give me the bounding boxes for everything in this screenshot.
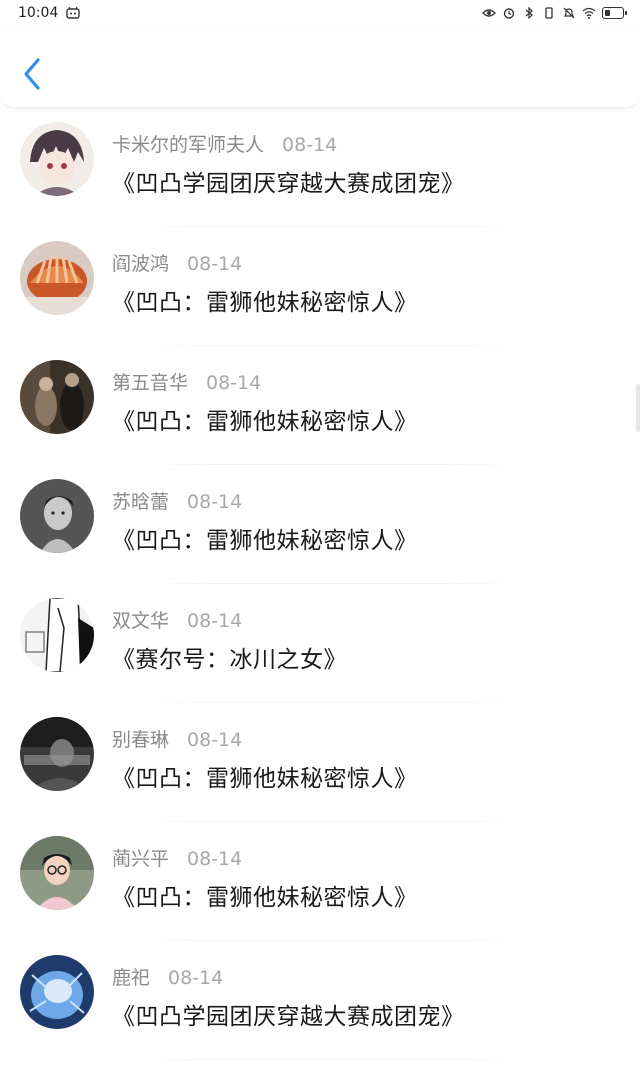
avatar[interactable] — [20, 122, 94, 196]
alarm-icon — [503, 8, 515, 19]
list-item[interactable]: 阎波鸿 08-14 《凹凸：雷狮他妹秘密惊人》 — [0, 227, 640, 346]
commenter-row: 苏晗蕾 08-14 — [112, 487, 242, 514]
mute-icon — [563, 7, 575, 19]
avatar[interactable] — [20, 598, 94, 672]
book-title[interactable]: 《凹凸学园团厌穿越大赛成团宠》 — [112, 164, 465, 198]
commenter-name: 阎波鸿 — [112, 253, 170, 275]
book-title[interactable]: 《赛尔号：冰川之女》 — [112, 640, 347, 674]
comment-date: 08-14 — [187, 848, 243, 870]
comment-date: 08-14 — [187, 610, 243, 632]
list-item[interactable]: 卡米尔的军师夫人 08-14 《凹凸学园团厌穿越大赛成团宠》 — [0, 108, 640, 227]
bluetooth-icon — [525, 7, 533, 19]
commenter-name: 苏晗蕾 — [112, 491, 170, 513]
vibrate-icon — [545, 7, 553, 19]
commenter-name: 第五音华 — [112, 372, 189, 394]
battery-icon — [602, 7, 627, 19]
status-time: 10:04 — [18, 5, 59, 21]
book-title[interactable]: 《凹凸：雷狮他妹秘密惊人》 — [112, 759, 418, 793]
avatar[interactable] — [20, 360, 94, 434]
commenter-name: 蔺兴平 — [112, 848, 170, 870]
book-title[interactable]: 《凹凸：雷狮他妹秘密惊人》 — [112, 402, 418, 436]
commenter-row: 第五音华 08-14 — [112, 368, 261, 395]
avatar[interactable] — [20, 479, 94, 553]
list-item[interactable]: 蔺兴平 08-14 《凹凸：雷狮他妹秘密惊人》 — [0, 822, 640, 941]
list-item[interactable]: 第五音华 08-14 《凹凸：雷狮他妹秘密惊人》 — [0, 346, 640, 465]
avatar[interactable] — [20, 955, 94, 1029]
commenter-row: 鹿祀 08-14 — [112, 963, 223, 990]
comment-date: 08-14 — [187, 253, 243, 275]
list-item[interactable]: 双文华 08-14 《赛尔号：冰川之女》 — [0, 584, 640, 703]
book-title[interactable]: 《凹凸学园团厌穿越大赛成团宠》 — [112, 997, 465, 1031]
commenter-name: 别春琳 — [112, 729, 170, 751]
book-title[interactable]: 《凹凸：雷狮他妹秘密惊人》 — [112, 878, 418, 912]
commenter-name: 鹿祀 — [112, 967, 151, 989]
divider — [150, 1059, 510, 1060]
commenter-row: 阎波鸿 08-14 — [112, 249, 242, 276]
top-app-bar — [0, 26, 640, 108]
avatar[interactable] — [20, 717, 94, 791]
comment-date: 08-14 — [187, 491, 243, 513]
commenter-name: 双文华 — [112, 610, 170, 632]
comment-date: 08-14 — [282, 134, 338, 156]
reader-list: 卡米尔的军师夫人 08-14 《凹凸学园团厌穿越大赛成团宠》 阎波鸿 08-14 《… — [0, 108, 640, 1060]
back-arrow-icon[interactable] — [18, 54, 48, 94]
list-item[interactable]: 苏晗蕾 08-14 《凹凸：雷狮他妹秘密惊人》 — [0, 465, 640, 584]
comment-date: 08-14 — [206, 372, 262, 394]
commenter-row: 卡米尔的军师夫人 08-14 — [112, 130, 337, 157]
status-bar: 10:04 — [0, 0, 640, 26]
list-item[interactable]: 鹿祀 08-14 《凹凸学园团厌穿越大赛成团宠》 — [0, 941, 640, 1060]
eye-icon — [482, 9, 496, 17]
comment-date: 08-14 — [168, 967, 224, 989]
commenter-row: 蔺兴平 08-14 — [112, 844, 242, 871]
book-title[interactable]: 《凹凸：雷狮他妹秘密惊人》 — [112, 283, 418, 317]
scrollbar[interactable] — [636, 384, 640, 432]
book-title[interactable]: 《凹凸：雷狮他妹秘密惊人》 — [112, 521, 418, 555]
list-item[interactable]: 别春琳 08-14 《凹凸：雷狮他妹秘密惊人》 — [0, 703, 640, 822]
commenter-row: 别春琳 08-14 — [112, 725, 242, 752]
avatar[interactable] — [20, 836, 94, 910]
avatar[interactable] — [20, 241, 94, 315]
commenter-name: 卡米尔的军师夫人 — [112, 134, 265, 156]
commenter-row: 双文华 08-14 — [112, 606, 242, 633]
wifi-icon — [582, 7, 596, 19]
comment-date: 08-14 — [187, 729, 243, 751]
notification-app-icon — [66, 7, 81, 19]
